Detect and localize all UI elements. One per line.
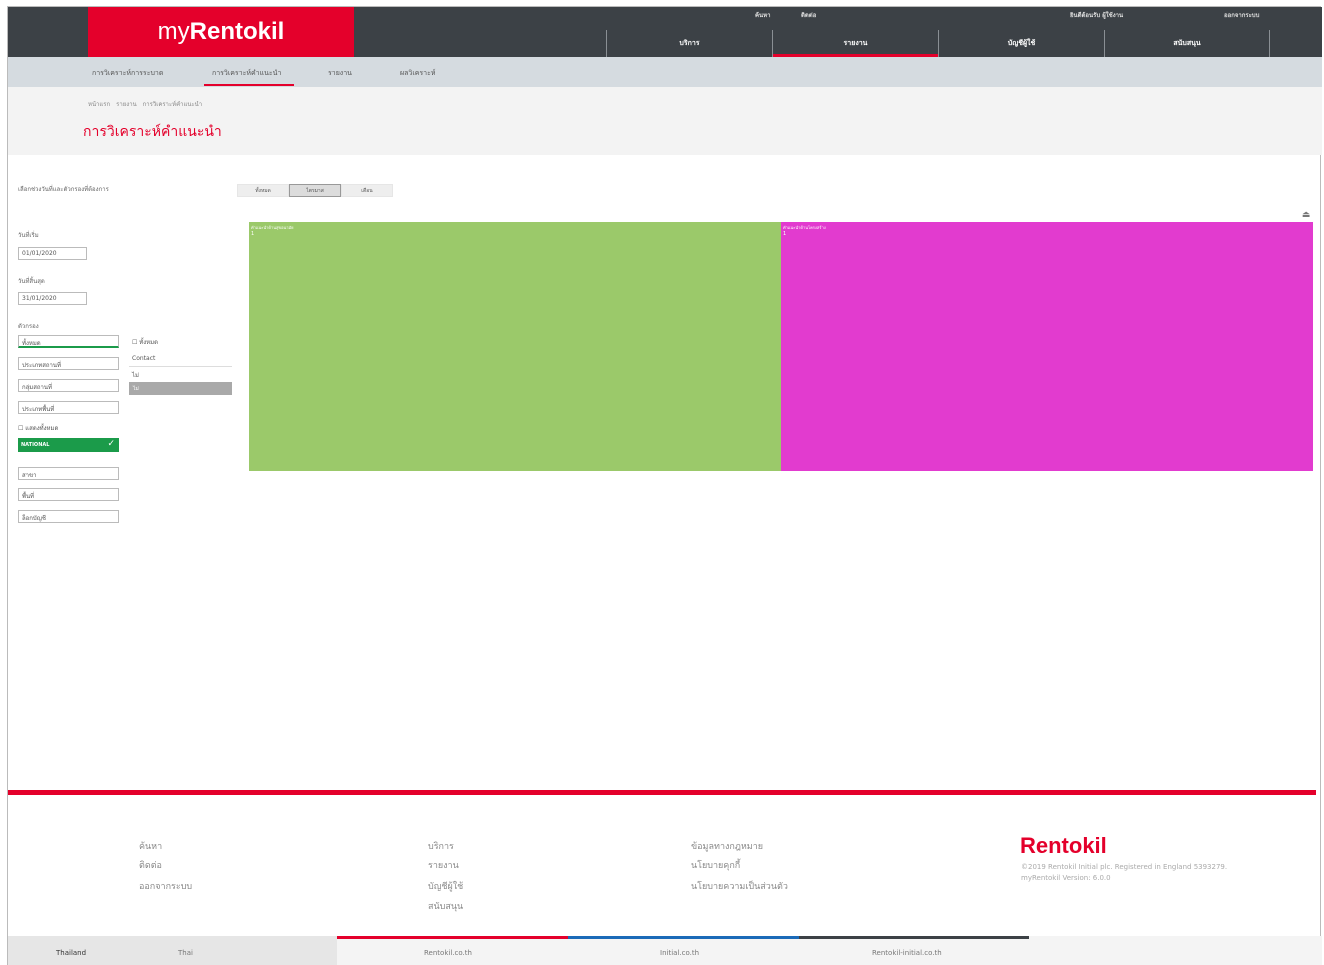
title-band: หน้าแรก รายงาน การวิเคราะห์คำแนะนำ การวิ… bbox=[8, 87, 1322, 155]
breadcrumb-reports[interactable]: รายงาน bbox=[116, 99, 137, 109]
page-title: การวิเคราะห์คำแนะนำ bbox=[83, 124, 222, 140]
filter-field-location-group[interactable]: กลุ่มสถานที่ bbox=[18, 379, 119, 392]
breadcrumb-home[interactable]: หน้าแรก bbox=[88, 99, 110, 109]
filter-field-account[interactable]: ล็อกบัญชี bbox=[18, 510, 119, 523]
nav-reports[interactable]: รายงาน bbox=[772, 30, 938, 57]
list-divider bbox=[129, 366, 232, 367]
footer-link-contact[interactable]: ติดต่อ bbox=[139, 858, 162, 872]
selected-tag-label: NATIONAL bbox=[21, 442, 50, 448]
filter-field-location-type[interactable]: ประเภทสถานที่ bbox=[18, 357, 119, 370]
treemap-cell-label: คำแนะนำด้านโครงสร้าง bbox=[783, 225, 826, 230]
footer-link-logout[interactable]: ออกจากระบบ bbox=[139, 879, 192, 893]
subnav-infestation-analysis[interactable]: การวิเคราะห์การระบาด bbox=[92, 68, 163, 79]
filter-field-all[interactable]: ทั้งหมด bbox=[18, 335, 119, 348]
selected-tag-national[interactable]: NATIONAL ✓ bbox=[18, 438, 119, 452]
site-link-rentokil[interactable]: Rentokil.co.th bbox=[424, 949, 472, 957]
subnav-results[interactable]: ผลวิเคราะห์ bbox=[400, 68, 435, 79]
all-checkbox-label: ทั้งหมด bbox=[139, 339, 158, 346]
footer-link-support[interactable]: สนับสนุน bbox=[428, 899, 463, 913]
footer-link-services[interactable]: บริการ bbox=[428, 839, 454, 853]
breadcrumb-current: การวิเคราะห์คำแนะนำ bbox=[142, 101, 203, 108]
footer-link-legal[interactable]: ข้อมูลทางกฎหมาย bbox=[691, 839, 763, 853]
version-text: myRentokil Version: 6.0.0 bbox=[1021, 874, 1111, 882]
nav-account[interactable]: บัญชีผู้ใช้ bbox=[938, 30, 1104, 57]
show-all-label: แสดงทั้งหมด bbox=[25, 425, 59, 432]
site-color-bar-3 bbox=[799, 936, 1029, 939]
language-label[interactable]: Thai bbox=[178, 949, 193, 957]
site-color-bar-1 bbox=[337, 936, 568, 939]
site-link-rentokil-initial[interactable]: Rentokil-initial.co.th bbox=[872, 949, 942, 957]
country-label[interactable]: Thailand bbox=[56, 949, 86, 957]
all-checkbox[interactable]: ☐ ทั้งหมด bbox=[132, 337, 158, 347]
footer-divider bbox=[8, 790, 1316, 795]
to-date-label: วันที่สิ้นสุด bbox=[18, 278, 45, 285]
footer-logo: Rentokil bbox=[1020, 833, 1107, 858]
from-date-label: วันที่เริ่ม bbox=[18, 232, 39, 239]
logo-brand: Rentokil bbox=[189, 18, 285, 45]
treemap-cell-value: 1 bbox=[251, 231, 255, 237]
app-frame: my Rentokil ค้นหา ติดต่อ ยินดีต้อนรับ ผู้… bbox=[7, 6, 1322, 965]
footer-link-reports[interactable]: รายงาน bbox=[428, 858, 459, 872]
footer-link-cookies[interactable]: นโยบายคุกกี้ bbox=[691, 858, 740, 872]
filter-field-area[interactable]: พื้นที่ bbox=[18, 488, 119, 501]
site-link-initial[interactable]: Initial.co.th bbox=[660, 949, 699, 957]
recommendation-treemap: คำแนะนำด้านสุขอนามัย 1 คำแนะนำด้านโครงสร้า… bbox=[249, 222, 1313, 471]
nav-support[interactable]: สนับสนุน bbox=[1104, 30, 1270, 57]
sub-nav: การวิเคราะห์การระบาด การวิเคราะห์คำแนะนำ… bbox=[8, 57, 1322, 87]
subnav-reports[interactable]: รายงาน bbox=[328, 68, 352, 79]
to-date-input[interactable]: 31/01/2020 bbox=[18, 292, 87, 305]
filter-field-branch[interactable]: สาขา bbox=[18, 467, 119, 480]
filter-label: ตัวกรอง bbox=[18, 323, 39, 330]
top-link-contact[interactable]: ติดต่อ bbox=[801, 10, 816, 20]
period-all-button[interactable]: ทั้งหมด bbox=[237, 184, 289, 197]
footer-link-search[interactable]: ค้นหา bbox=[139, 839, 162, 853]
footer-link-account[interactable]: บัญชีผู้ใช้ bbox=[428, 879, 463, 893]
from-date-input[interactable]: 01/01/2020 bbox=[18, 247, 87, 260]
period-quarter-button[interactable]: ไตรมาส bbox=[289, 184, 341, 197]
filter-intro: เลือกช่วงวันที่และตัวกรองที่ต้องการ bbox=[18, 186, 109, 193]
treemap-cell[interactable]: คำแนะนำด้านสุขอนามัย 1 bbox=[249, 222, 781, 471]
option-item[interactable]: ไม่ bbox=[132, 370, 139, 380]
logo[interactable]: my Rentokil bbox=[88, 7, 354, 57]
filter-field-area-type[interactable]: ประเภทพื้นที่ bbox=[18, 401, 119, 414]
logo-prefix: my bbox=[157, 18, 190, 45]
subnav-recommendation-analysis[interactable]: การวิเคราะห์คำแนะนำ bbox=[212, 68, 281, 79]
period-toggle: ทั้งหมด ไตรมาส เดือน bbox=[237, 184, 393, 197]
logout-link[interactable]: ออกจากระบบ bbox=[1224, 10, 1259, 20]
user-greeting: ยินดีต้อนรับ ผู้ใช้งาน bbox=[1070, 12, 1124, 19]
treemap-cell-value: 1 bbox=[783, 231, 787, 237]
main-nav: บริการ รายงาน บัญชีผู้ใช้ สนับสนุน bbox=[606, 30, 1270, 57]
option-item[interactable]: Contact bbox=[132, 355, 155, 362]
bottom-bar: Thailand Thai Rentokil.co.th Initial.co.… bbox=[8, 936, 1322, 965]
locale-section: Thailand Thai bbox=[8, 936, 337, 965]
top-header: my Rentokil ค้นหา ติดต่อ ยินดีต้อนรับ ผู้… bbox=[8, 7, 1322, 57]
breadcrumb: หน้าแรก รายงาน การวิเคราะห์คำแนะนำ bbox=[88, 99, 202, 109]
treemap-cell-label: คำแนะนำด้านสุขอนามัย bbox=[251, 225, 294, 230]
top-link-search[interactable]: ค้นหา bbox=[755, 10, 770, 20]
checkmark-icon: ✓ bbox=[107, 439, 115, 449]
treemap-cell[interactable]: คำแนะนำด้านโครงสร้าง 1 bbox=[781, 222, 1313, 471]
period-month-button[interactable]: เดือน bbox=[341, 184, 393, 197]
copyright-text: ©2019 Rentokil Initial plc. Registered i… bbox=[1021, 863, 1228, 871]
footer-link-privacy[interactable]: นโยบายความเป็นส่วนตัว bbox=[691, 879, 788, 893]
nav-services[interactable]: บริการ bbox=[606, 30, 772, 57]
export-icon[interactable]: ⏏ bbox=[1301, 210, 1311, 220]
option-item-selected[interactable]: ไม่ bbox=[129, 382, 232, 395]
subnav-active-indicator bbox=[204, 84, 294, 86]
site-color-bar-2 bbox=[568, 936, 799, 939]
footer-copyright: ©2019 Rentokil Initial plc. Registered i… bbox=[1021, 862, 1227, 884]
show-all-checkbox[interactable]: ☐ แสดงทั้งหมด bbox=[18, 423, 58, 433]
